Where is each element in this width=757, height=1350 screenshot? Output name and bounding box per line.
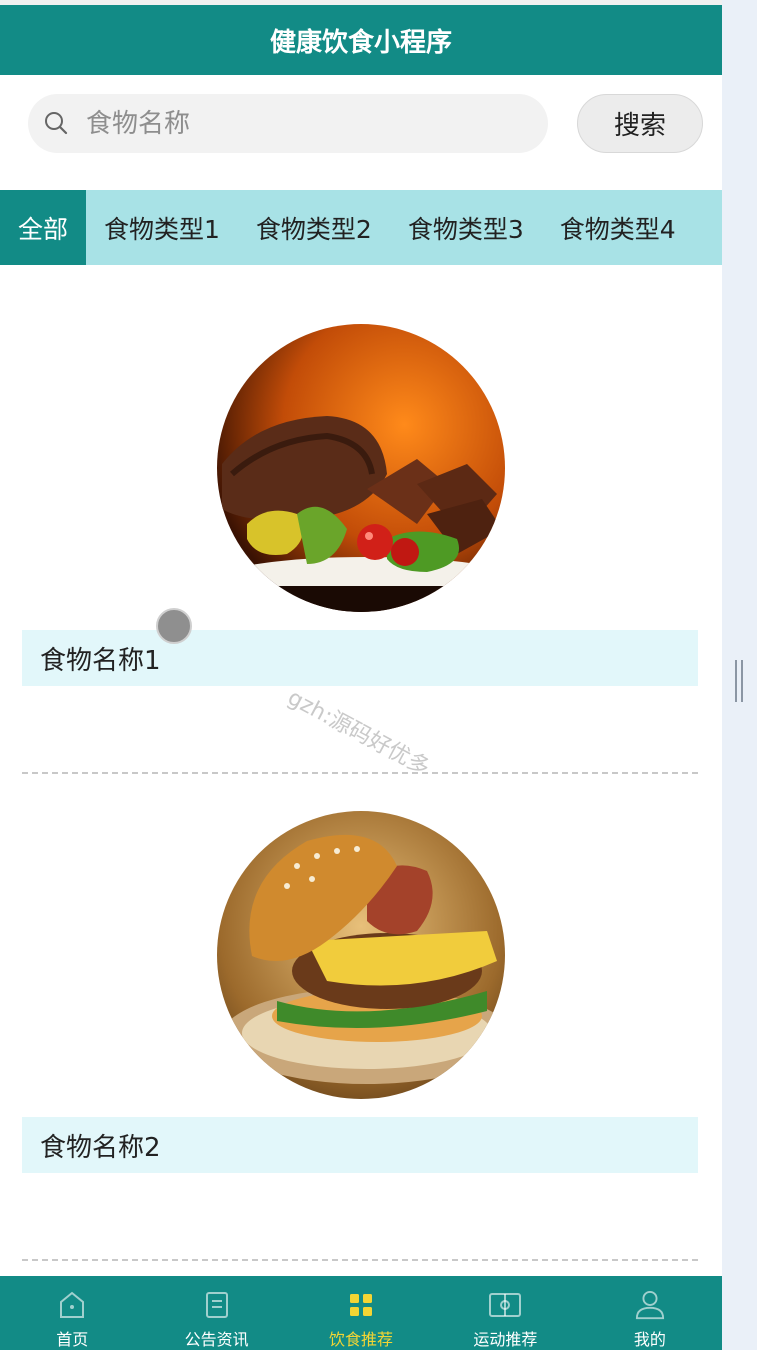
home-icon xyxy=(60,1291,85,1318)
tab-label: 食物类型2 xyxy=(255,214,372,244)
notice-icon xyxy=(205,1292,228,1318)
tab-label: 食物类型3 xyxy=(407,214,524,244)
tab-label: 食物类型1 xyxy=(104,214,220,244)
nav-item-notice[interactable]: 公告资讯 xyxy=(144,1276,288,1350)
resize-handle[interactable] xyxy=(735,660,743,702)
watermark-text: gzh:源码好优多 xyxy=(283,685,434,782)
bottom-nav: 首页 公告资讯 饮食推荐 运动推荐 我的 xyxy=(0,1276,722,1350)
user-icon xyxy=(635,1290,664,1320)
food-name: 食物名称1 xyxy=(40,645,161,676)
nav-label: 运动推荐 xyxy=(473,1330,538,1349)
nav-label: 饮食推荐 xyxy=(329,1330,394,1349)
food-name: 食物名称2 xyxy=(40,1132,161,1163)
nav-label: 公告资讯 xyxy=(184,1330,249,1349)
tab-food-type-1[interactable]: 食物类型1 xyxy=(86,190,238,265)
search-icon xyxy=(45,112,68,135)
search-button[interactable]: 搜索 xyxy=(577,94,703,153)
tab-food-type-3[interactable]: 食物类型3 xyxy=(390,190,542,265)
app-header: 健康饮食小程序 xyxy=(0,5,722,75)
page-title: 健康饮食小程序 xyxy=(269,27,452,58)
category-tabs: 全部 食物类型1 食物类型2 食物类型3 食物类型4 xyxy=(0,190,722,265)
sport-icon xyxy=(489,1293,522,1317)
steak-illustration xyxy=(217,324,505,612)
nav-item-home[interactable]: 首页 xyxy=(0,1276,144,1350)
grid-icon xyxy=(350,1294,373,1316)
phone-screen: 健康饮食小程序 搜索 全部 食物类型1 食物类型2 食物类型3 食物类型4 xyxy=(0,0,722,1350)
card-divider xyxy=(22,1259,698,1261)
nav-item-mine[interactable]: 我的 xyxy=(578,1276,722,1350)
card-divider xyxy=(22,772,698,774)
search-button-label: 搜索 xyxy=(613,111,666,141)
search-input[interactable] xyxy=(84,98,538,150)
food-image-steak[interactable] xyxy=(217,324,505,612)
nav-item-sport[interactable]: 运动推荐 xyxy=(433,1276,577,1350)
tab-food-type-2[interactable]: 食物类型2 xyxy=(238,190,390,265)
tab-all[interactable]: 全部 xyxy=(0,190,87,265)
food-name-row[interactable]: 食物名称1 xyxy=(22,630,698,686)
nav-label: 首页 xyxy=(56,1330,89,1349)
nav-label: 我的 xyxy=(633,1330,666,1349)
tab-food-type-4[interactable]: 食物类型4 xyxy=(542,190,694,265)
window-side-panel xyxy=(722,0,757,1350)
food-name-row[interactable]: 食物名称2 xyxy=(22,1117,698,1173)
touch-indicator xyxy=(156,608,192,644)
nav-item-diet[interactable]: 饮食推荐 xyxy=(289,1276,433,1350)
tab-label: 食物类型4 xyxy=(559,214,676,244)
food-image-burger[interactable] xyxy=(217,811,505,1099)
burger-illustration xyxy=(217,811,505,1099)
tab-label: 全部 xyxy=(18,214,69,244)
